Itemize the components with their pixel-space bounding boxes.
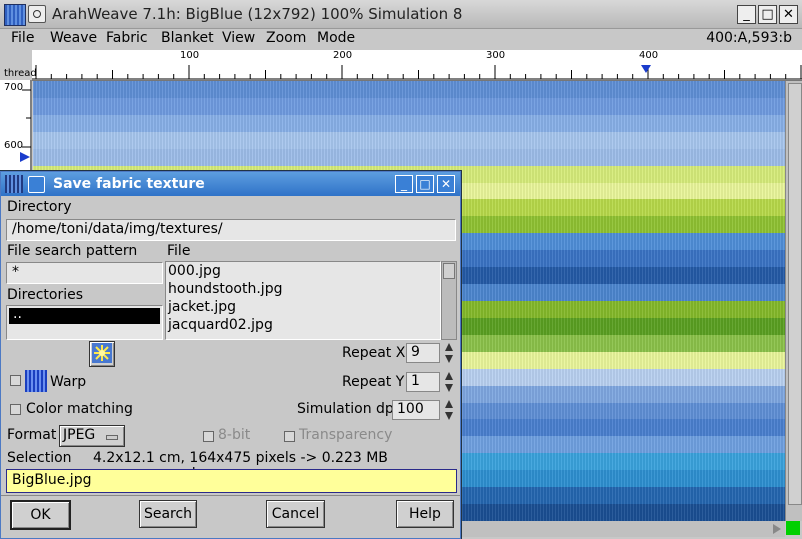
- directory-label: Directory: [7, 199, 72, 215]
- save-fabric-texture-dialog: Save fabric texture _ □ ✕ Directory /hom…: [0, 171, 461, 539]
- menu-blanket[interactable]: Blanket: [161, 30, 214, 46]
- file-item[interactable]: houndstooth.jpg: [168, 281, 282, 297]
- format-label: Format: [7, 427, 57, 443]
- vertical-scrollbar[interactable]: [785, 81, 802, 521]
- simulation-dpi-input[interactable]: 100: [392, 400, 440, 420]
- ruler-label-200: 200: [333, 50, 353, 61]
- status-indicator: [786, 521, 800, 535]
- directories-list[interactable]: ..: [6, 305, 163, 340]
- transparency-checkbox[interactable]: [284, 431, 295, 442]
- position-marker-icon: [641, 65, 651, 73]
- file-item[interactable]: jacket.jpg: [168, 299, 236, 315]
- menu-view[interactable]: View: [222, 30, 255, 46]
- repeat-x-stepper-icon[interactable]: [444, 342, 454, 364]
- vertical-scroll-thumb[interactable]: [788, 83, 802, 505]
- dialog-close-button[interactable]: ✕: [437, 175, 455, 193]
- file-item[interactable]: jacquard02.jpg: [168, 317, 273, 333]
- dialog-title: Save fabric texture: [53, 176, 205, 192]
- selection-label: Selection: [7, 450, 72, 466]
- transparency-label: Transparency: [299, 427, 393, 443]
- directories-label: Directories: [7, 287, 84, 303]
- main-titlebar: ArahWeave 7.1h: BigBlue (12x792) 100% Si…: [0, 0, 802, 29]
- cursor-coordinates: 400:A,593:b: [706, 30, 792, 46]
- window-title: ArahWeave 7.1h: BigBlue (12x792) 100% Si…: [52, 5, 463, 23]
- close-button[interactable]: ✕: [779, 5, 798, 24]
- menu-zoom[interactable]: Zoom: [266, 30, 306, 46]
- app-icon: [4, 4, 26, 26]
- window-menu-icon[interactable]: [28, 5, 46, 23]
- directory-value: /home/toni/data/img/textures/: [12, 221, 223, 237]
- eight-bit-label: 8-bit: [218, 427, 251, 443]
- menu-mode[interactable]: Mode: [317, 30, 355, 46]
- warp-checkbox[interactable]: [10, 375, 21, 386]
- format-select[interactable]: JPEG: [59, 425, 125, 447]
- eight-bit-checkbox[interactable]: [203, 431, 214, 442]
- repeat-y-label: Repeat Y: [342, 374, 405, 390]
- file-list-scroll-thumb[interactable]: [443, 263, 455, 279]
- file-list[interactable]: 000.jpg houndstooth.jpg jacket.jpg jacqu…: [165, 261, 441, 340]
- repeat-y-stepper-icon[interactable]: [444, 371, 454, 393]
- simulation-dpi-label: Simulation dpi: [297, 401, 398, 417]
- sparkle-icon: [92, 343, 112, 363]
- color-matching-label: Color matching: [26, 401, 133, 417]
- repeat-x-input[interactable]: 9: [406, 343, 440, 363]
- menu-file[interactable]: File: [11, 30, 34, 46]
- file-label: File: [167, 243, 191, 259]
- horizontal-ruler: 100 200 300 400: [32, 50, 802, 81]
- menu-fabric[interactable]: Fabric: [106, 30, 148, 46]
- dialog-titlebar: Save fabric texture _ □ ✕: [1, 172, 460, 196]
- position-marker-v-icon: [20, 152, 30, 162]
- dialog-maximize-button[interactable]: □: [416, 175, 434, 193]
- menubar: File Weave Fabric Blanket View Zoom Mode: [0, 29, 802, 49]
- dialog-minimize-button[interactable]: _: [395, 175, 413, 193]
- dialog-menu-icon[interactable]: [28, 176, 45, 193]
- search-button[interactable]: Search: [139, 500, 197, 528]
- directories-item-parent[interactable]: ..: [9, 306, 160, 324]
- repeat-y-input[interactable]: 1: [406, 372, 440, 392]
- ruler-label-400: 400: [639, 50, 659, 61]
- scroll-right-icon[interactable]: [773, 524, 781, 534]
- ok-button[interactable]: OK: [10, 500, 71, 530]
- filename-input[interactable]: BigBlue.jpg: [6, 469, 457, 493]
- maximize-button[interactable]: □: [758, 5, 777, 24]
- dialog-app-icon: [5, 175, 23, 193]
- menu-weave[interactable]: Weave: [50, 30, 97, 46]
- cancel-button[interactable]: Cancel: [266, 500, 325, 528]
- minimize-button[interactable]: _: [737, 5, 756, 24]
- format-value: JPEG: [63, 427, 96, 443]
- dialog-divider: [1, 495, 460, 496]
- directory-input[interactable]: /home/toni/data/img/textures/: [6, 219, 456, 241]
- help-button[interactable]: Help: [396, 500, 454, 528]
- warp-label: Warp: [50, 374, 87, 390]
- filename-value: BigBlue.jpg: [12, 472, 92, 488]
- simulation-dpi-stepper-icon[interactable]: [444, 399, 454, 421]
- thread-label: thread: [4, 68, 37, 79]
- color-matching-checkbox[interactable]: [10, 404, 21, 415]
- new-directory-button[interactable]: [89, 341, 115, 367]
- dropdown-indicator-icon: [106, 435, 118, 440]
- warp-icon: [25, 370, 47, 392]
- ruler-label-300: 300: [486, 50, 506, 61]
- ruler-label-100: 100: [180, 50, 200, 61]
- pattern-value: *: [12, 264, 19, 280]
- file-search-pattern-input[interactable]: *: [6, 262, 163, 284]
- file-search-pattern-label: File search pattern: [7, 243, 138, 259]
- file-item[interactable]: 000.jpg: [168, 263, 221, 279]
- file-list-scrollbar[interactable]: [441, 261, 457, 340]
- repeat-x-label: Repeat X: [342, 345, 406, 361]
